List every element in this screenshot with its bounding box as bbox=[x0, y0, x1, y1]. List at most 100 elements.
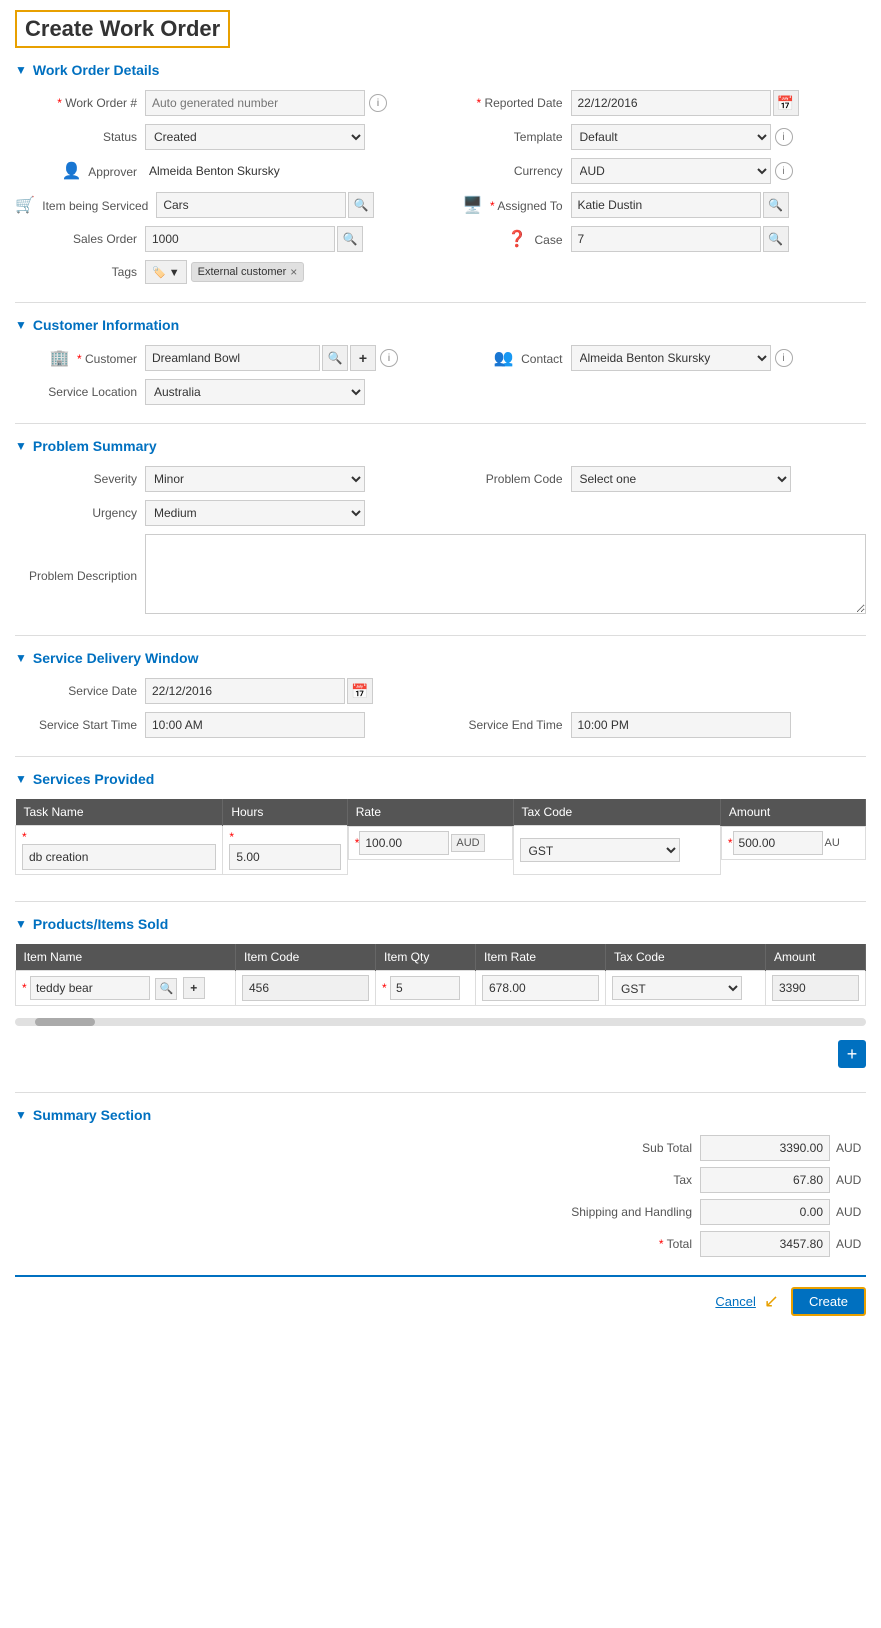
work-order-row-1: * Work Order # i * Reported Date 22/12/2… bbox=[15, 90, 866, 116]
work-order-info-icon[interactable]: i bbox=[369, 94, 387, 112]
reported-date-input[interactable]: 22/12/2016 bbox=[571, 90, 771, 116]
service-amount-input[interactable] bbox=[733, 831, 823, 855]
service-tax-code-select[interactable]: GST bbox=[520, 838, 680, 862]
customer-information-section: ▼ Customer Information 🏢 * Customer Drea… bbox=[15, 317, 866, 405]
total-currency: AUD bbox=[836, 1237, 866, 1251]
service-task-name-input[interactable] bbox=[22, 844, 216, 870]
shipping-handling-input[interactable]: 0.00 bbox=[700, 1199, 830, 1225]
contact-info-icon[interactable]: i bbox=[775, 349, 793, 367]
product-amount-cell bbox=[766, 971, 866, 1006]
reported-date-calendar-icon[interactable]: 📅 bbox=[773, 90, 799, 116]
sub-total-currency: AUD bbox=[836, 1141, 866, 1155]
service-date-input[interactable]: 22/12/2016 bbox=[145, 678, 345, 704]
severity-label: Severity bbox=[15, 472, 145, 486]
service-delivery-header[interactable]: ▼ Service Delivery Window bbox=[15, 650, 866, 666]
tax-input[interactable]: 67.80 bbox=[700, 1167, 830, 1193]
customer-input[interactable]: Dreamland Bowl bbox=[145, 345, 320, 371]
problem-description-textarea[interactable] bbox=[145, 534, 866, 614]
col-item-rate: Item Rate bbox=[476, 944, 606, 971]
product-item-name-input[interactable] bbox=[30, 976, 150, 1000]
products-table-header-row: Item Name Item Code Item Qty Item Rate T… bbox=[16, 944, 866, 971]
service-hours-input[interactable] bbox=[229, 844, 340, 870]
service-start-time-input[interactable]: 10:00 AM bbox=[145, 712, 365, 738]
total-input[interactable]: 3457.80 bbox=[700, 1231, 830, 1257]
footer-actions: Cancel ↙ Create bbox=[15, 1275, 866, 1322]
sub-total-input[interactable]: 3390.00 bbox=[700, 1135, 830, 1161]
work-order-details-header[interactable]: ▼ Work Order Details bbox=[15, 62, 866, 78]
template-select[interactable]: Default bbox=[571, 124, 771, 150]
assigned-to-input[interactable]: Katie Dustin bbox=[571, 192, 761, 218]
col-amount: Amount bbox=[766, 944, 866, 971]
severity-select[interactable]: Minor bbox=[145, 466, 365, 492]
service-rate-input[interactable] bbox=[359, 831, 449, 855]
total-row: * Total 3457.80 AUD bbox=[15, 1231, 866, 1257]
customer-search-icon[interactable]: 🔍 bbox=[322, 345, 348, 371]
service-start-time-field: 10:00 AM bbox=[145, 712, 441, 738]
status-select[interactable]: Created bbox=[145, 124, 365, 150]
assigned-to-search-icon[interactable]: 🔍 bbox=[763, 192, 789, 218]
customer-info-icon[interactable]: i bbox=[380, 349, 398, 367]
chevron-icon: ▼ bbox=[15, 772, 27, 786]
add-product-row-button[interactable]: + bbox=[838, 1040, 866, 1068]
cancel-button[interactable]: Cancel bbox=[715, 1294, 755, 1309]
tag-close-icon[interactable]: × bbox=[290, 265, 297, 279]
section-label: Work Order Details bbox=[33, 62, 160, 78]
problem-summary-header[interactable]: ▼ Problem Summary bbox=[15, 438, 866, 454]
create-button[interactable]: Create bbox=[791, 1287, 866, 1316]
approver-col: 👤 Approver Almeida Benton Skursky bbox=[15, 161, 441, 181]
sales-order-field: 1000 🔍 bbox=[145, 226, 441, 252]
item-serviced-search-icon[interactable]: 🔍 bbox=[348, 192, 374, 218]
urgency-row: Urgency Medium bbox=[15, 500, 866, 526]
product-tax-code-select[interactable]: GST bbox=[612, 976, 742, 1000]
services-provided-header[interactable]: ▼ Services Provided bbox=[15, 771, 866, 787]
work-order-number-input[interactable] bbox=[145, 90, 365, 116]
product-item-qty-input[interactable] bbox=[390, 976, 460, 1000]
services-table: Task Name Hours Rate Tax Code Amount * bbox=[15, 799, 866, 875]
product-item-rate-input[interactable] bbox=[482, 975, 599, 1001]
currency-label: Currency bbox=[441, 164, 571, 178]
case-search-icon[interactable]: 🔍 bbox=[763, 226, 789, 252]
currency-col: Currency AUD i bbox=[441, 158, 867, 184]
customer-icon: 🏢 bbox=[50, 350, 70, 367]
currency-info-icon[interactable]: i bbox=[775, 162, 793, 180]
customer-info-header[interactable]: ▼ Customer Information bbox=[15, 317, 866, 333]
product-item-code-input[interactable] bbox=[242, 975, 369, 1001]
chevron-icon: ▼ bbox=[15, 1108, 27, 1122]
customer-contact-row: 🏢 * Customer Dreamland Bowl 🔍 + i 👥 Cont… bbox=[15, 345, 866, 371]
sales-order-label: Sales Order bbox=[15, 232, 145, 246]
product-item-qty-cell: * bbox=[376, 971, 476, 1006]
service-date-row: Service Date 22/12/2016 📅 bbox=[15, 678, 866, 704]
page-title: Create Work Order bbox=[15, 10, 230, 48]
problem-code-select[interactable]: Select one bbox=[571, 466, 791, 492]
products-items-sold-header[interactable]: ▼ Products/Items Sold bbox=[15, 916, 866, 932]
sales-order-col: Sales Order 1000 🔍 bbox=[15, 226, 441, 252]
assigned-icon: 🖥️ bbox=[463, 197, 483, 214]
horizontal-scrollbar[interactable] bbox=[15, 1018, 866, 1026]
assigned-to-col: 🖥️ * Assigned To Katie Dustin 🔍 bbox=[441, 192, 867, 218]
work-order-number-field: i bbox=[145, 90, 441, 116]
item-serviced-input[interactable]: Cars bbox=[156, 192, 346, 218]
contact-select[interactable]: Almeida Benton Skursky bbox=[571, 345, 771, 371]
section-label: Service Delivery Window bbox=[33, 650, 199, 666]
product-item-name-search-icon[interactable]: 🔍 bbox=[155, 978, 177, 1000]
urgency-select[interactable]: Medium bbox=[145, 500, 365, 526]
customer-add-icon[interactable]: + bbox=[350, 345, 376, 371]
section-label: Services Provided bbox=[33, 771, 154, 787]
template-info-icon[interactable]: i bbox=[775, 128, 793, 146]
service-hours-cell: * bbox=[223, 826, 347, 875]
scrollbar-thumb[interactable] bbox=[35, 1018, 95, 1026]
status-label: Status bbox=[15, 130, 145, 144]
summary-section-header[interactable]: ▼ Summary Section bbox=[15, 1107, 866, 1123]
currency-select[interactable]: AUD bbox=[571, 158, 771, 184]
tag-external-customer: External customer × bbox=[191, 262, 305, 282]
sales-order-search-icon[interactable]: 🔍 bbox=[337, 226, 363, 252]
case-input[interactable]: 7 bbox=[571, 226, 761, 252]
sales-order-input[interactable]: 1000 bbox=[145, 226, 335, 252]
product-item-name-add-icon[interactable]: + bbox=[183, 977, 205, 999]
item-serviced-assigned-row: 🛒 Item being Serviced Cars 🔍 🖥️ * Assign… bbox=[15, 192, 866, 218]
service-date-calendar-icon[interactable]: 📅 bbox=[347, 678, 373, 704]
service-end-time-input[interactable]: 10:00 PM bbox=[571, 712, 791, 738]
tags-dropdown[interactable]: 🏷️ ▼ bbox=[145, 260, 187, 284]
service-location-select[interactable]: Australia bbox=[145, 379, 365, 405]
product-amount-input[interactable] bbox=[772, 975, 859, 1001]
